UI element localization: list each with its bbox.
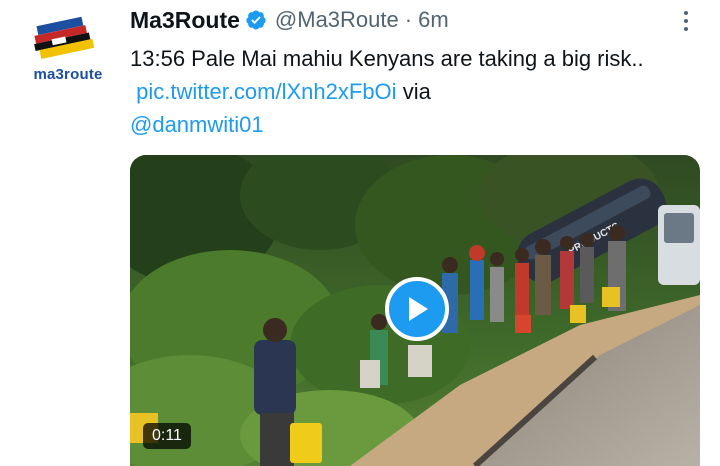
- verified-badge-icon: [246, 10, 266, 30]
- video-duration-badge: 0:11: [143, 423, 191, 449]
- tweet-via-text: via: [402, 79, 431, 104]
- tweet-header: Ma3Route @Ma3Route · 6m: [130, 6, 449, 34]
- more-options-icon[interactable]: [676, 6, 696, 36]
- play-button[interactable]: [385, 277, 449, 341]
- account-avatar[interactable]: ma3route: [22, 14, 114, 90]
- account-handle[interactable]: @Ma3Route: [275, 7, 399, 33]
- account-name[interactable]: Ma3Route: [130, 7, 240, 34]
- tweet-text: 13:56 Pale Mai mahiu Kenyans are taking …: [130, 42, 710, 141]
- play-icon: [409, 297, 428, 321]
- tweet-mention-link[interactable]: @danmwiti01: [130, 112, 264, 137]
- tweet-timestamp[interactable]: 6m: [418, 7, 449, 33]
- avatar-logo-text: ma3route: [33, 66, 103, 83]
- header-separator: ·: [404, 7, 413, 32]
- ma3route-logo-icon: [34, 16, 95, 59]
- tweet-text-body: 13:56 Pale Mai mahiu Kenyans are taking …: [130, 46, 644, 71]
- tweet-pic-link[interactable]: pic.twitter.com/lXnh2xFbOi: [136, 79, 396, 104]
